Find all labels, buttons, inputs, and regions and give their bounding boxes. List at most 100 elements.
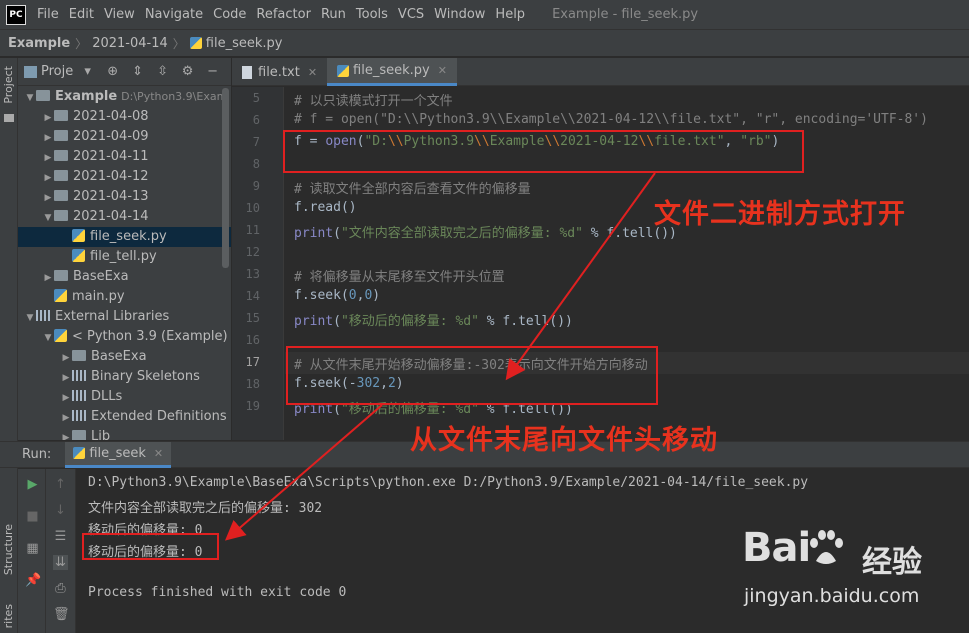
breadcrumb-file[interactable]: file_seek.py xyxy=(206,36,283,51)
line-number: 10 xyxy=(245,201,260,215)
tree-item[interactable]: file_tell.py xyxy=(18,247,231,267)
collapse-all-icon[interactable]: ⇳ xyxy=(156,64,169,79)
gear-icon[interactable]: ⚙ xyxy=(181,64,194,79)
menu-window[interactable]: Window xyxy=(429,7,490,22)
project-scrollbar[interactable] xyxy=(222,88,229,268)
chevron-right-icon[interactable]: ▶ xyxy=(42,128,54,148)
run-icon[interactable]: ▶ xyxy=(25,477,40,492)
menu-run[interactable]: Run xyxy=(316,7,351,22)
run-tab-label: file_seek xyxy=(89,445,146,461)
chevron-down-icon[interactable]: ▼ xyxy=(42,208,54,228)
menu-edit[interactable]: Edit xyxy=(64,7,99,22)
menu-view[interactable]: View xyxy=(99,7,140,22)
menu-code[interactable]: Code xyxy=(208,7,251,22)
chevron-right-icon[interactable]: ▶ xyxy=(60,348,72,368)
tree-item-label: Lib xyxy=(91,429,111,440)
run-tab-file-seek[interactable]: file_seek ✕ xyxy=(65,441,172,468)
chevron-down-icon[interactable]: ▼ xyxy=(24,308,36,328)
code-token: # 将偏移量从末尾移至文件开头位置 xyxy=(294,270,505,285)
tree-item[interactable]: ▶ 2021-04-13 xyxy=(18,187,231,207)
line-number: 6 xyxy=(252,113,260,127)
menu-help[interactable]: Help xyxy=(490,7,530,22)
locate-icon[interactable]: ⊕ xyxy=(106,64,119,79)
chevron-down-icon[interactable]: ▼ xyxy=(24,88,36,108)
tree-item[interactable]: ▼ < Python 3.9 (Example) > xyxy=(18,327,231,347)
code-token: f.seek( xyxy=(294,288,349,303)
arrow-down-icon[interactable]: ↓ xyxy=(53,503,68,518)
dropdown-icon[interactable]: ▾ xyxy=(81,64,94,79)
tab-structure-vertical[interactable]: Structure xyxy=(2,524,15,575)
scroll-to-end-icon[interactable]: ⇊ xyxy=(53,555,68,570)
chevron-right-icon[interactable]: ▶ xyxy=(60,368,72,388)
chevron-right-icon[interactable]: ▶ xyxy=(42,168,54,188)
arrow-up-icon[interactable]: ↑ xyxy=(53,477,68,492)
code-line: print("移动后的偏移量: %d" % f.tell()) xyxy=(294,398,573,417)
library-icon xyxy=(72,370,86,381)
line-number: 15 xyxy=(245,311,260,325)
tree-item[interactable]: ▶ 2021-04-09 xyxy=(18,127,231,147)
folder-icon xyxy=(54,210,68,221)
code-line: # 读取文件全部内容后查看文件的偏移量 xyxy=(294,178,531,197)
tab-file-txt[interactable]: file.txt ✕ xyxy=(232,58,327,86)
minimize-icon[interactable]: − xyxy=(206,64,219,79)
chevron-right-icon[interactable]: ▶ xyxy=(60,408,72,428)
pin-icon[interactable]: 📌 xyxy=(25,573,41,588)
tree-item[interactable]: ▶ 2021-04-08 xyxy=(18,107,231,127)
tree-item-label: main.py xyxy=(72,289,125,304)
close-icon[interactable]: ✕ xyxy=(438,64,447,77)
tree-item[interactable]: ▶ BaseExa xyxy=(18,347,231,367)
tree-item[interactable]: main.py xyxy=(18,287,231,307)
code-line: print("移动后的偏移量: %d" % f.tell()) xyxy=(294,310,573,329)
chevron-right-icon[interactable]: ▶ xyxy=(60,388,72,408)
chevron-right-icon[interactable]: ▶ xyxy=(42,268,54,288)
code-editor[interactable]: 5 6 7 8 9 10 11 12 13 14 15 16 17 18 19 # 以只读模式打开一个文件 #… xyxy=(232,87,969,440)
folder-icon xyxy=(54,130,68,141)
soft-wrap-icon[interactable]: ☰ xyxy=(53,529,68,544)
code-token: Example xyxy=(489,134,545,149)
breadcrumb-folder[interactable]: 2021-04-14 xyxy=(92,36,168,51)
tree-item[interactable]: ▶ BaseExa xyxy=(18,267,231,287)
tree-item[interactable]: ▶ 2021-04-12 xyxy=(18,167,231,187)
tree-item[interactable]: ▼ Example D:\Python3.9\Exam xyxy=(18,87,231,107)
chevron-right-icon[interactable]: ▶ xyxy=(42,108,54,128)
tab-project-vertical[interactable]: Project xyxy=(2,66,15,104)
project-title[interactable]: Proje xyxy=(41,64,73,79)
menu-vcs[interactable]: VCS xyxy=(393,7,429,22)
line-number: 5 xyxy=(252,91,260,105)
tree-item[interactable]: ▶ 2021-04-11 xyxy=(18,147,231,167)
close-icon[interactable]: ✕ xyxy=(154,447,163,460)
print-icon[interactable]: ⎙ xyxy=(53,581,68,596)
tab-favorites-vertical[interactable]: rites xyxy=(2,604,15,628)
expand-all-icon[interactable]: ⇕ xyxy=(131,64,144,79)
code-line: # 从文件末尾开始移动偏移量:-302表示向文件开始方向移动 xyxy=(294,354,648,373)
menu-refactor[interactable]: Refactor xyxy=(251,7,316,22)
breadcrumb-project[interactable]: Example xyxy=(8,36,70,51)
code-token: # f = open("D:\\Python3.9\\Example\\2021… xyxy=(294,112,928,127)
python-file-icon xyxy=(73,447,86,459)
code-line: f = open("D:\\Python3.9\\Example\\2021-0… xyxy=(294,134,779,149)
watermark-url: jingyan.baidu.com xyxy=(744,585,920,607)
tree-item[interactable]: ▼ External Libraries xyxy=(18,307,231,327)
close-icon[interactable]: ✕ xyxy=(308,66,317,79)
project-view-icon xyxy=(24,65,37,78)
trash-icon[interactable]: 🗑 xyxy=(53,607,70,622)
tree-item[interactable]: file_seek.py xyxy=(18,227,231,247)
chevron-right-icon[interactable]: ▶ xyxy=(60,428,72,440)
menu-navigate[interactable]: Navigate xyxy=(140,7,208,22)
python-file-icon xyxy=(54,289,67,302)
layout-icon[interactable]: ▦ xyxy=(25,541,40,556)
tree-item[interactable]: ▶ DLLs xyxy=(18,387,231,407)
tree-item[interactable]: ▶ Binary Skeletons xyxy=(18,367,231,387)
tree-item[interactable]: ▶ Lib xyxy=(18,427,231,440)
tab-file-seek-py[interactable]: file_seek.py ✕ xyxy=(327,58,457,86)
menu-file[interactable]: File xyxy=(32,7,64,22)
stop-icon[interactable]: ■ xyxy=(25,509,40,524)
menu-tools[interactable]: Tools xyxy=(351,7,393,22)
tree-item[interactable]: ▶ Extended Definitions xyxy=(18,407,231,427)
line-number: 11 xyxy=(245,223,260,237)
chevron-down-icon[interactable]: ▼ xyxy=(42,328,54,348)
menu-items: File Edit View Navigate Code Refactor Run Tools… xyxy=(32,7,530,22)
chevron-right-icon[interactable]: ▶ xyxy=(42,148,54,168)
tree-item[interactable]: ▼ 2021-04-14 xyxy=(18,207,231,227)
chevron-right-icon[interactable]: ▶ xyxy=(42,188,54,208)
